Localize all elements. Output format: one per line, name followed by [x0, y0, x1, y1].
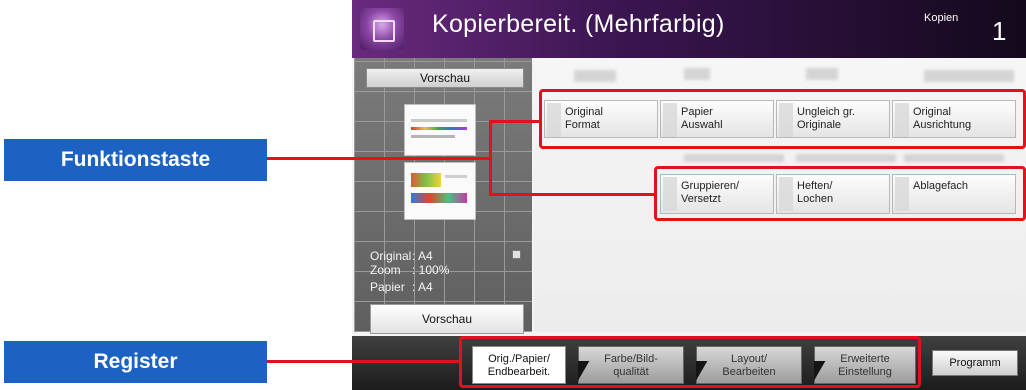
connector-function-key [267, 157, 491, 160]
connector-row1 [489, 120, 541, 123]
preview-page-2 [404, 162, 476, 220]
connector-register [267, 360, 461, 363]
status-title: Kopierbereit. (Mehrfarbig) [432, 10, 725, 38]
register-tabs-highlight [459, 336, 921, 388]
orientation-icon [512, 250, 521, 259]
preview-info-zoom: Zoom: 100% [370, 263, 450, 277]
copies-label: Kopien [924, 12, 959, 24]
callout-function-key: Funktionstaste [4, 139, 267, 181]
preview-info-paper: Papier: A4 [370, 280, 433, 294]
preview-button[interactable]: Vorschau [370, 304, 524, 334]
copies-count[interactable]: 1 [992, 16, 1006, 47]
header-bar: Kopierbereit. (Mehrfarbig) Kopien 1 [352, 0, 1026, 58]
function-keys-highlight-row2 [654, 166, 1026, 221]
connector-row2 [489, 193, 655, 196]
preview-info-original: Original: A4 [370, 249, 433, 263]
function-keys-highlight-row1 [539, 89, 1026, 149]
callout-register: Register [4, 341, 267, 383]
program-button[interactable]: Programm [932, 350, 1018, 376]
preview-page-1 [404, 104, 476, 156]
copy-app-icon [360, 8, 404, 50]
preview-title-button[interactable]: Vorschau [366, 68, 524, 88]
